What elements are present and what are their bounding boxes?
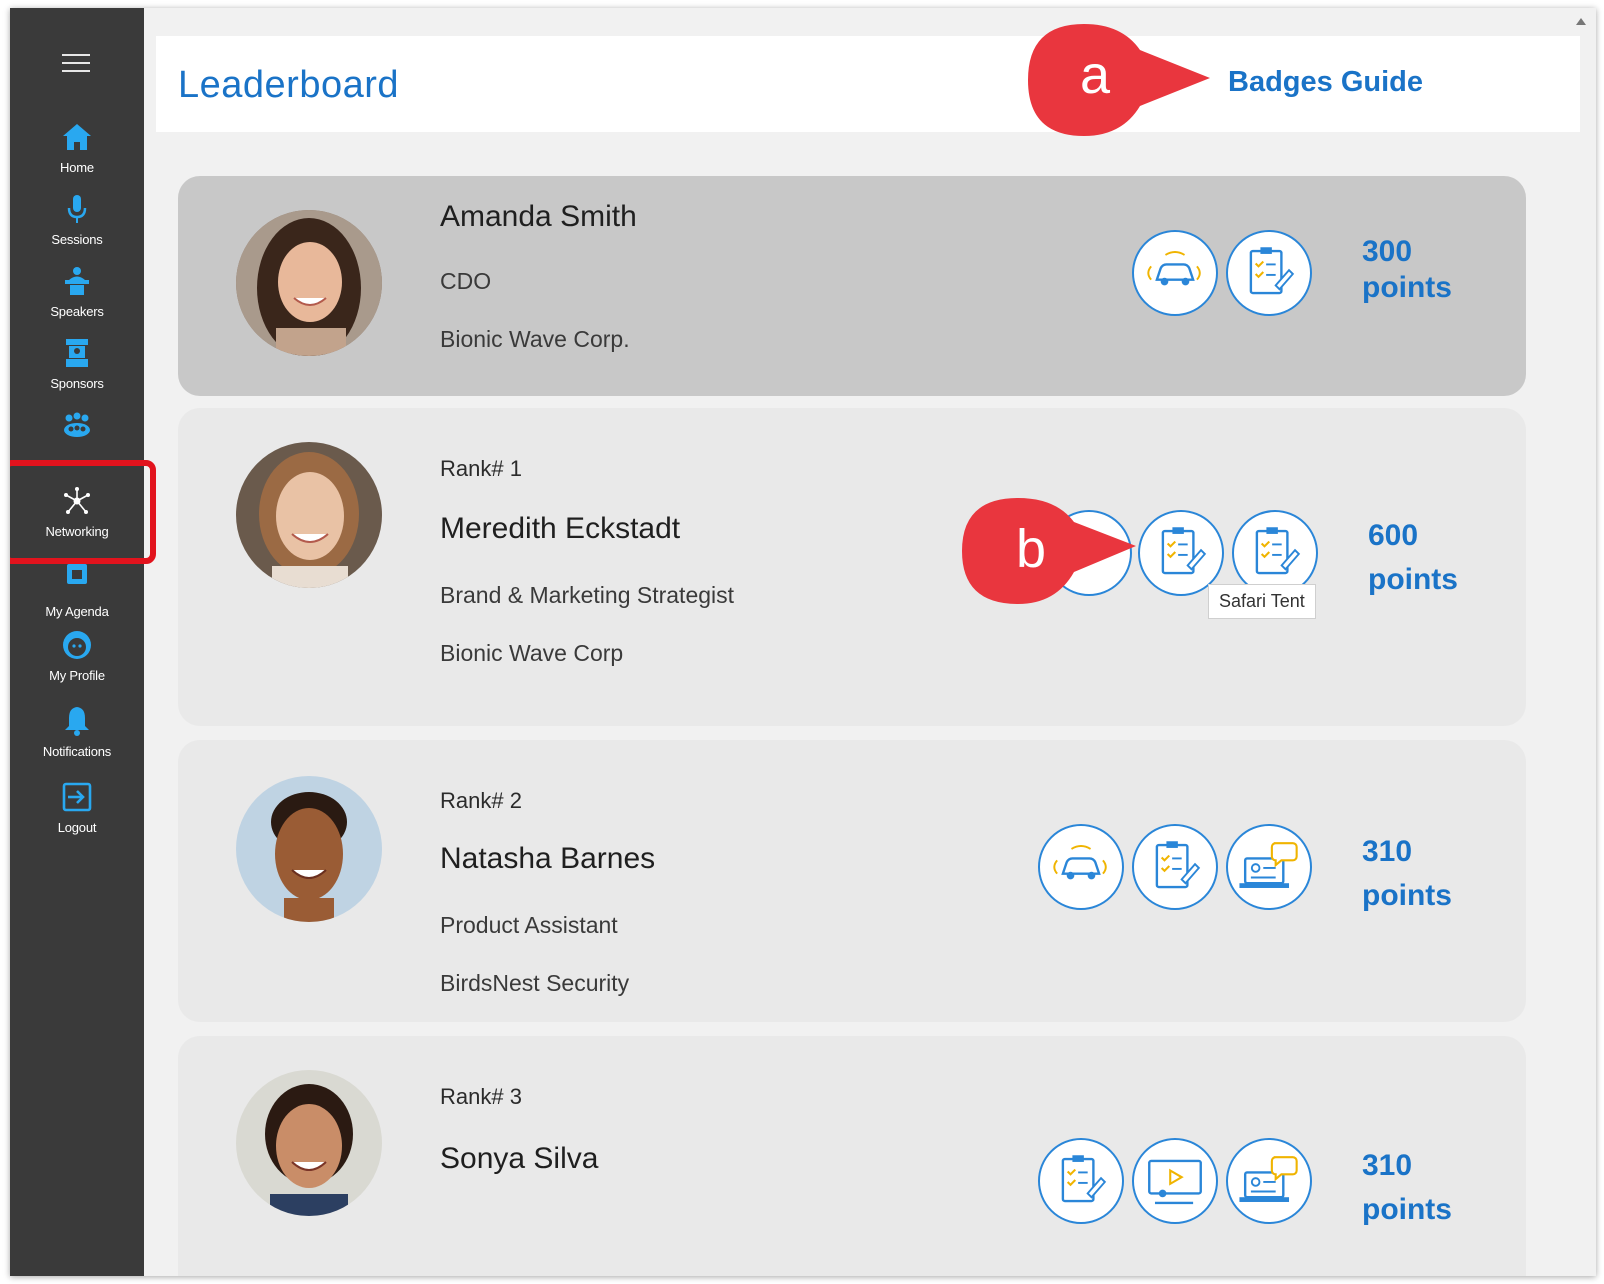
- microphone-icon: [67, 195, 87, 223]
- page-title: Leaderboard: [178, 64, 400, 106]
- badges-guide-link[interactable]: Badges Guide: [1228, 66, 1423, 99]
- callout-b-marker: [962, 498, 1136, 604]
- avatar: [236, 442, 382, 588]
- sidebar-item-label: Home: [60, 160, 94, 175]
- user-company: Bionic Wave Corp.: [440, 326, 630, 352]
- leader-card: Rank# 3 Sonya Silva 310 points: [178, 1036, 1526, 1276]
- user-title: CDO: [440, 268, 492, 294]
- home-icon: [63, 124, 91, 150]
- sidebar-item-label: Sponsors: [50, 376, 104, 391]
- points-unit: points: [1362, 271, 1452, 304]
- sidebar-item-label: My Agenda: [45, 604, 109, 619]
- profile-face-icon: [63, 631, 91, 659]
- user-name: Amanda Smith: [440, 200, 637, 233]
- survey-badge-icon[interactable]: [1226, 230, 1312, 316]
- sidebar-item-notifications[interactable]: Notifications: [10, 704, 144, 759]
- survey-badge-icon[interactable]: [1132, 824, 1218, 910]
- callout-a-marker: [1028, 24, 1210, 136]
- chat-laptop-badge-icon[interactable]: [1226, 1138, 1312, 1224]
- leader-card: Rank# 2 Natasha Barnes Product Assistant…: [178, 740, 1526, 1022]
- leader-card: Rank# 1 Meredith Eckstadt Brand & Market…: [178, 408, 1526, 726]
- points-value: 300: [1362, 235, 1413, 268]
- sidebar-item-label: Notifications: [42, 744, 112, 759]
- leader-title: Product Assistant: [440, 912, 618, 938]
- presentation-badge-icon[interactable]: [1132, 1138, 1218, 1224]
- avatar: [236, 1070, 382, 1216]
- points-unit: points: [1368, 563, 1458, 596]
- survey-badge-icon[interactable]: [1038, 1138, 1124, 1224]
- sidebar-item-groups[interactable]: [10, 408, 144, 442]
- sidebar-item-my-agenda[interactable]: My Agenda: [10, 564, 144, 619]
- sidebar-item-label: Sessions: [51, 232, 103, 247]
- logout-icon: [62, 782, 92, 812]
- callout-a-label: a: [1079, 45, 1111, 105]
- page-header: Leaderboard Badges Guide: [156, 36, 1580, 132]
- car-badge-icon[interactable]: [1132, 230, 1218, 316]
- points-value: 600: [1368, 519, 1419, 552]
- app-window: Home Sessions Speakers Sponsors Networki…: [10, 8, 1596, 1276]
- sidebar-item-logout[interactable]: Logout: [10, 780, 144, 835]
- sidebar-item-sponsors[interactable]: Sponsors: [10, 336, 144, 391]
- sidebar-item-label: Logout: [57, 820, 97, 835]
- speaker-podium-icon: [65, 267, 89, 295]
- leader-name: Natasha Barnes: [440, 842, 656, 875]
- group-icon: [64, 412, 90, 437]
- networking-highlight-box: [10, 460, 156, 564]
- rank-label: Rank# 1: [440, 456, 522, 481]
- leader-name: Sonya Silva: [440, 1142, 599, 1175]
- leader-name: Meredith Eckstadt: [440, 512, 681, 545]
- scroll-up-arrow-icon[interactable]: [1576, 18, 1586, 25]
- bell-icon: [65, 707, 89, 736]
- sidebar-item-my-profile[interactable]: My Profile: [10, 628, 144, 683]
- booth-icon: [66, 339, 88, 367]
- sidebar: Home Sessions Speakers Sponsors Networki…: [10, 8, 144, 1276]
- points-display: 600 points: [1368, 514, 1458, 602]
- sidebar-item-home[interactable]: Home: [10, 120, 144, 175]
- badge-tooltip: Safari Tent: [1208, 584, 1316, 619]
- points-value: 310: [1362, 1149, 1413, 1182]
- points-display: 300 points: [1362, 234, 1452, 306]
- leader-company: BirdsNest Security: [440, 970, 630, 996]
- current-user-card: Amanda Smith CDO Bionic Wave Corp. 300 p…: [178, 176, 1526, 396]
- rank-label: Rank# 3: [440, 1084, 522, 1109]
- points-display: 310 points: [1362, 830, 1452, 918]
- points-value: 310: [1362, 835, 1413, 868]
- avatar: [236, 776, 382, 922]
- sidebar-item-label: Speakers: [50, 304, 104, 319]
- rank-label: Rank# 2: [440, 788, 522, 813]
- leader-title: Brand & Marketing Strategist: [440, 582, 735, 608]
- callout-b-label: b: [1015, 519, 1047, 579]
- calendar-icon: [67, 564, 87, 584]
- avatar: [236, 210, 382, 356]
- points-display: 310 points: [1362, 1144, 1452, 1232]
- leader-company: Bionic Wave Corp: [440, 640, 624, 666]
- sidebar-item-label: My Profile: [49, 668, 105, 683]
- menu-icon[interactable]: [62, 54, 90, 72]
- car-badge-icon[interactable]: [1038, 824, 1124, 910]
- sidebar-item-sessions[interactable]: Sessions: [10, 192, 144, 247]
- points-unit: points: [1362, 879, 1452, 912]
- points-unit: points: [1362, 1193, 1452, 1226]
- chat-laptop-badge-icon[interactable]: [1226, 824, 1312, 910]
- sidebar-item-speakers[interactable]: Speakers: [10, 264, 144, 319]
